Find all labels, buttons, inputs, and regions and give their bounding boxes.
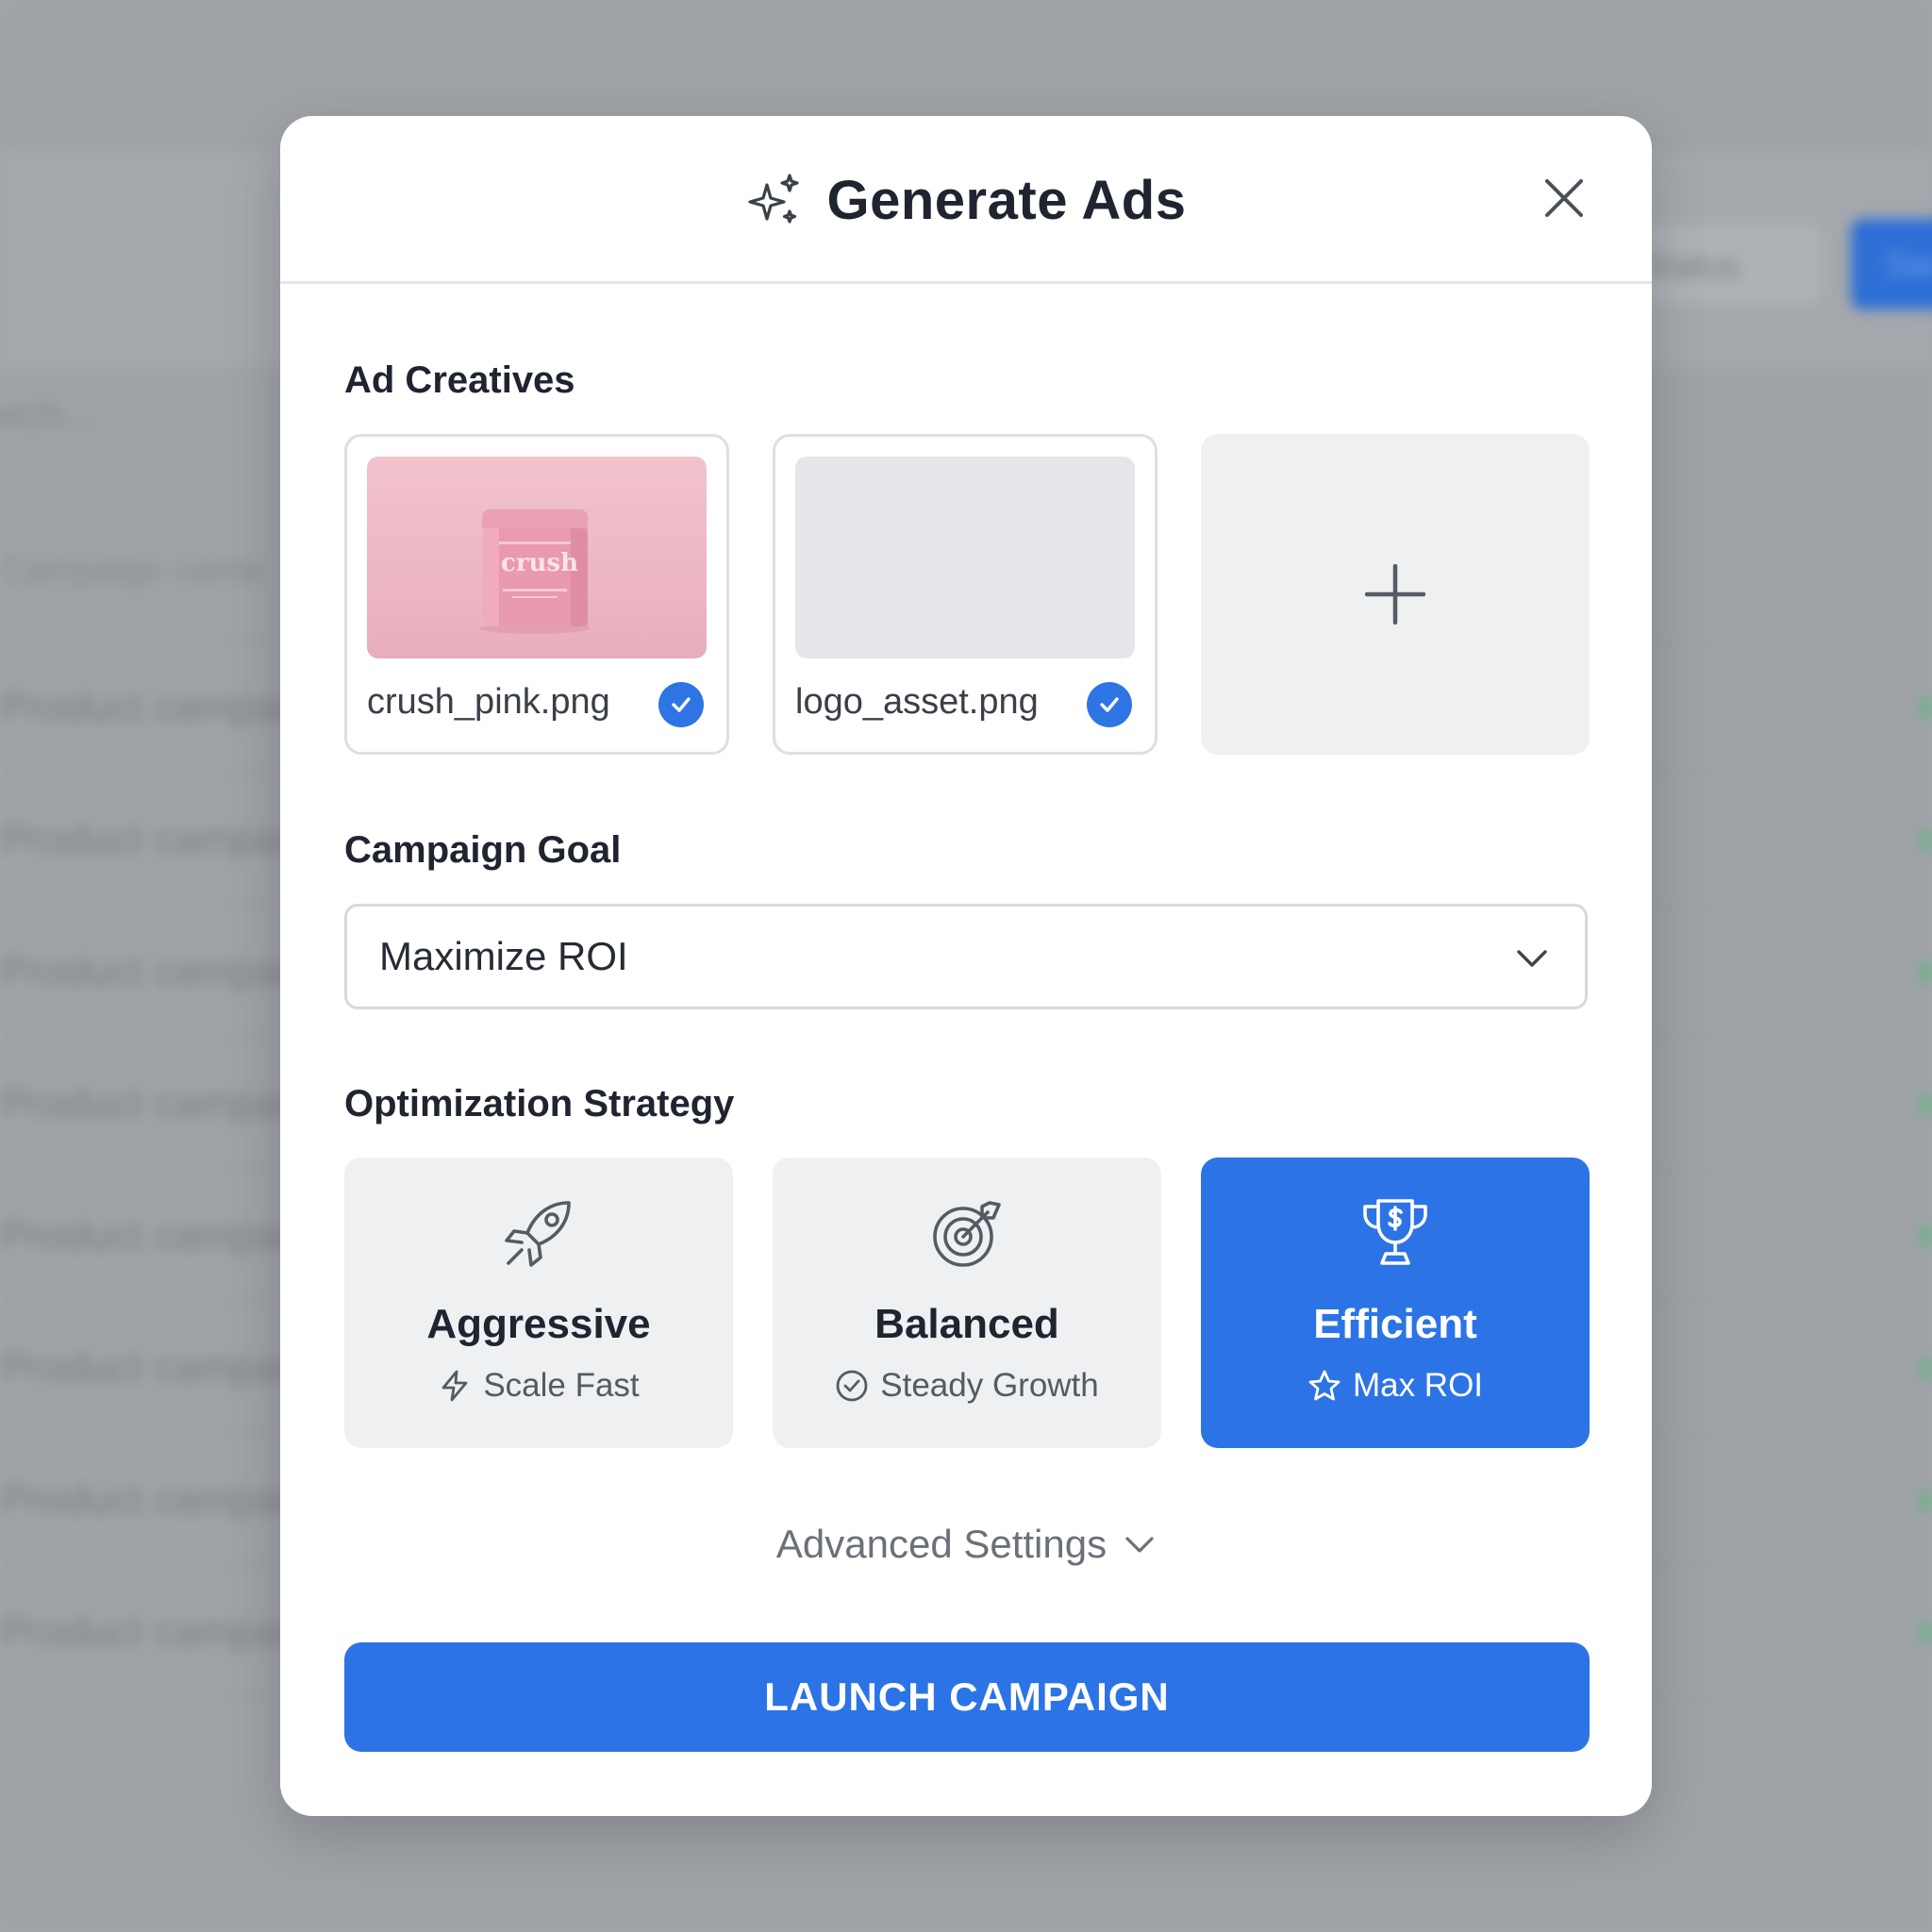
plus-icon: [1365, 564, 1425, 625]
chevron-down-icon: [1125, 1537, 1154, 1553]
launch-campaign-button[interactable]: LAUNCH CAMPAIGN: [344, 1642, 1590, 1752]
status-dot: [1921, 1226, 1932, 1247]
creative-card-logo-asset[interactable]: logo_asset.png: [773, 434, 1158, 755]
rocket-icon: [505, 1201, 571, 1267]
advanced-settings-label: Advanced Settings: [775, 1522, 1108, 1566]
chevron-down-icon: [1517, 950, 1547, 967]
target-icon: [933, 1201, 1001, 1267]
strategy-subtitle: Scale Fast: [344, 1367, 733, 1405]
campaign-goal-select[interactable]: Maximize ROI: [344, 904, 1588, 1009]
status-dot: [1921, 830, 1932, 851]
campaign-goal-value: Maximize ROI: [379, 934, 628, 978]
strategy-subtitle-text: Scale Fast: [483, 1367, 640, 1404]
modal-header: Generate Ads: [280, 116, 1652, 284]
advanced-settings-toggle[interactable]: Advanced Settings: [280, 1522, 1652, 1567]
add-creative-button[interactable]: [1201, 434, 1590, 755]
status-dot: [1921, 1491, 1932, 1511]
creative-thumbnail: crush: [367, 457, 707, 658]
generate-ads-modal: Generate Ads Ad Creatives crush crush_pi…: [280, 116, 1652, 1816]
creative-thumbnail: [795, 457, 1135, 658]
creative-file-name: logo_asset.png: [795, 682, 1039, 722]
selected-badge: [658, 682, 704, 727]
close-icon: [1545, 179, 1583, 217]
optimization-strategy-label: Optimization Strategy: [344, 1083, 735, 1124]
lightning-icon: [441, 1370, 468, 1402]
check-icon: [1100, 697, 1119, 712]
strategy-subtitle: Max ROI: [1201, 1367, 1590, 1405]
background-primary-button: Save: [1851, 219, 1932, 309]
status-dot: [1921, 1094, 1932, 1115]
sparkles-icon: [747, 174, 799, 224]
strategy-option-efficient[interactable]: Efficient Max ROI: [1201, 1158, 1590, 1448]
strategy-name: Balanced: [874, 1301, 1059, 1347]
strategy-option-aggressive[interactable]: Aggressive Scale Fast: [344, 1158, 733, 1448]
creative-file-name: crush_pink.png: [367, 682, 610, 722]
trophy-icon: [1363, 1199, 1427, 1265]
strategy-option-balanced[interactable]: Balanced Steady Growth: [773, 1158, 1161, 1448]
check-circle-icon: [836, 1370, 868, 1402]
close-button[interactable]: [1542, 176, 1586, 220]
modal-title-group: Generate Ads: [280, 116, 1652, 284]
strategy-subtitle-text: Max ROI: [1352, 1367, 1484, 1404]
ad-creatives-label: Ad Creatives: [344, 359, 575, 401]
modal-title: Generate Ads: [826, 169, 1187, 231]
strategy-name: Aggressive: [426, 1301, 651, 1347]
status-dot: [1921, 1623, 1932, 1643]
status-dot: [1921, 1358, 1932, 1379]
strategy-subtitle-text: Steady Growth: [880, 1367, 1099, 1404]
status-dot: [1921, 698, 1932, 719]
campaign-goal-label: Campaign Goal: [344, 829, 622, 871]
product-jar-label: crush: [501, 549, 578, 577]
selected-badge: [1087, 682, 1132, 727]
strategy-subtitle: Steady Growth: [773, 1367, 1161, 1405]
star-icon: [1308, 1370, 1341, 1401]
check-icon: [672, 697, 691, 712]
strategy-name: Efficient: [1313, 1301, 1477, 1347]
status-dot: [1921, 962, 1932, 983]
background-header-text: Campaign name: [0, 551, 263, 591]
creative-card-crush-pink[interactable]: crush crush_pink.png: [344, 434, 729, 755]
